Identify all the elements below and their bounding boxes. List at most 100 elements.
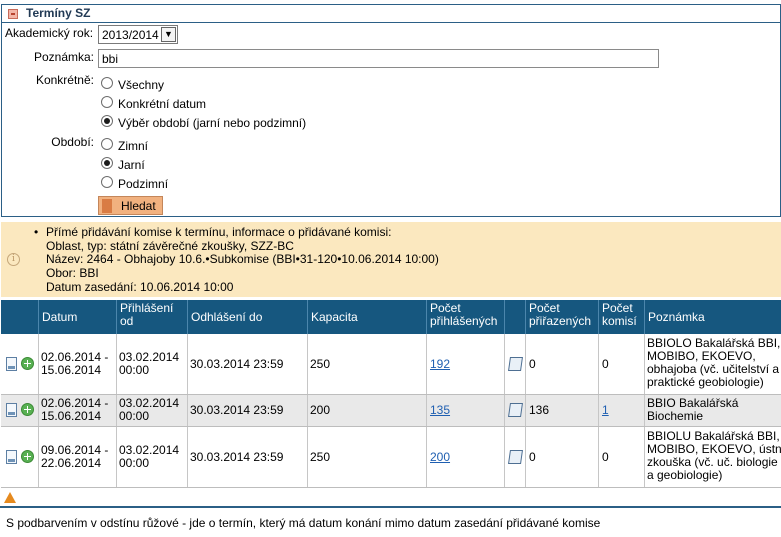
search-button[interactable]: Hledat	[98, 196, 163, 215]
table-row: 09.06.2014 -22.06.2014 03.02.2014 00:00 3…	[1, 427, 781, 488]
header-commissions[interactable]: Počet komisí	[598, 300, 644, 334]
radio-specific-date-label: Konkrétní datum	[118, 97, 207, 111]
header-assigned-label: Počet přiřazených	[529, 302, 591, 328]
chevron-down-icon: ▼	[161, 27, 176, 42]
table-row: 02.06.2014 -15.06.2014 03.02.2014 00:00 3…	[1, 334, 781, 395]
registered-link[interactable]: 200	[430, 451, 450, 464]
info-line: Oblast, typ: státní závěrečné zkoušky, S…	[46, 239, 294, 253]
footer-divider	[0, 506, 781, 508]
header-capacity[interactable]: Kapacita	[307, 300, 426, 334]
radio-spring-label: Jarní	[118, 158, 145, 172]
row-capacity: 250	[310, 357, 331, 371]
header-registered-line1: Počet	[430, 301, 461, 315]
header-note[interactable]: Poznámka	[644, 300, 781, 334]
concrete-label: Konkrétně:	[35, 73, 94, 87]
radio-autumn-label: Podzimní	[118, 177, 169, 191]
row-commissions: 0	[602, 357, 609, 371]
document-icon[interactable]	[6, 450, 17, 464]
row-note: BBIOLO Bakalářská BBI, MOBIBO, EKOEVO, obh…	[647, 337, 780, 389]
row-note: BBIOLU Bakalářská BBI, MOBIBO, EKOEVO, ús…	[647, 430, 781, 482]
document-icon[interactable]	[6, 403, 17, 417]
header-registered-label: Počet přihlášených	[430, 302, 497, 328]
add-icon[interactable]	[21, 403, 34, 416]
sheet-icon[interactable]	[508, 450, 523, 464]
year-select[interactable]: 2013/2014 ▼	[98, 25, 178, 44]
registered-link[interactable]: 135	[430, 404, 450, 417]
filter-panel: Termíny SZ Akademický rok: 2013/2014 ▼ P…	[1, 4, 781, 217]
panel-header: Termíny SZ	[2, 5, 780, 23]
info-line: Datum zasedání: 10.06.2014 10:00	[46, 280, 234, 294]
warning-icon	[4, 492, 16, 503]
note-label: Poznámka:	[33, 50, 94, 64]
add-icon[interactable]	[21, 357, 34, 370]
row-assigned: 0	[529, 450, 536, 464]
radio-winter[interactable]	[101, 138, 113, 150]
row-signup-from: 03.02.2014 00:00	[119, 351, 179, 377]
header-signoff-to[interactable]: Odhlášení do	[187, 300, 307, 334]
document-icon[interactable]	[6, 357, 17, 371]
radio-spring[interactable]	[101, 157, 113, 169]
row-capacity: 200	[310, 403, 331, 417]
header-signup-from[interactable]: Přihlášení od	[116, 300, 187, 334]
row-signup-from: 03.02.2014 00:00	[119, 397, 179, 423]
header-assign-action	[504, 300, 525, 334]
info-icon: i	[7, 253, 20, 266]
table-row: 02.06.2014 -15.06.2014 03.02.2014 00:00 3…	[1, 395, 781, 427]
row-signup-time: 00:00	[119, 409, 150, 423]
row-date: 02.06.2014 -15.06.2014	[41, 351, 108, 377]
row-signup-from: 03.02.2014 00:00	[119, 444, 179, 470]
row-note-line: a geobiologie)	[647, 468, 723, 482]
radio-all[interactable]	[101, 77, 113, 89]
header-signoff-to-label: Odhlášení do	[191, 310, 263, 324]
sheet-icon[interactable]	[508, 403, 523, 417]
radio-specific-date[interactable]	[101, 96, 113, 108]
header-date[interactable]: Datum	[38, 300, 116, 334]
panel-title: Termíny SZ	[26, 6, 91, 20]
registered-link[interactable]: 192	[430, 358, 450, 371]
header-capacity-label: Kapacita	[311, 310, 358, 324]
row-date: 09.06.2014 -22.06.2014	[41, 444, 108, 470]
row-capacity: 250	[310, 450, 331, 464]
add-icon[interactable]	[21, 450, 34, 463]
row-date-to: 15.06.2014	[41, 409, 102, 423]
row-signup-time: 00:00	[119, 456, 150, 470]
row-date-to: 15.06.2014	[41, 363, 102, 377]
radio-all-label: Všechny	[118, 78, 165, 92]
header-assigned-line1: Počet	[529, 301, 560, 315]
header-actions	[1, 300, 38, 334]
header-commissions-line2: komisí	[602, 314, 637, 328]
commissions-link[interactable]: 1	[602, 404, 609, 417]
info-line: Přímé přidávání komise k termínu, inform…	[46, 225, 392, 239]
row-date-to: 22.06.2014	[41, 456, 102, 470]
row-assigned: 0	[529, 357, 536, 371]
header-registered[interactable]: Počet přihlášených	[426, 300, 504, 334]
header-commissions-line1: Počet	[602, 301, 633, 315]
collapse-icon[interactable]	[8, 9, 18, 19]
search-button-label: Hledat	[121, 199, 156, 213]
search-button-icon	[102, 199, 112, 213]
row-signoff-to: 30.03.2014 23:59	[190, 357, 284, 371]
header-signup-from-line2: od	[120, 314, 134, 328]
row-commissions: 0	[602, 450, 609, 464]
info-line: Název: 2464 - Obhajoby 10.6.•Subkomise (…	[46, 252, 439, 266]
header-registered-line2: přihlášených	[430, 314, 498, 328]
radio-winter-label: Zimní	[118, 139, 148, 153]
radio-period-choice[interactable]	[101, 115, 113, 127]
header-commissions-label: Počet komisí	[602, 302, 637, 328]
info-line: Obor: BBI	[46, 266, 99, 280]
header-note-label: Poznámka	[648, 310, 705, 324]
row-note: BBIO Bakalářská Biochemie	[647, 397, 738, 423]
row-note-line: praktické geobiologie)	[647, 375, 764, 389]
header-assigned[interactable]: Počet přiřazených	[525, 300, 598, 334]
header-date-label: Datum	[42, 310, 78, 324]
header-signup-from-label: Přihlášení od	[120, 302, 173, 328]
header-assigned-line2: přiřazených	[529, 314, 592, 328]
radio-autumn[interactable]	[101, 176, 113, 188]
info-bullet: •	[34, 225, 39, 239]
row-signoff-to: 30.03.2014 23:59	[190, 403, 284, 417]
row-note-line: Biochemie	[647, 409, 704, 423]
row-signup-time: 00:00	[119, 363, 150, 377]
note-input[interactable]: bbi	[98, 49, 659, 68]
header-signup-from-line1: Přihlášení	[120, 301, 174, 315]
sheet-icon[interactable]	[508, 357, 523, 371]
